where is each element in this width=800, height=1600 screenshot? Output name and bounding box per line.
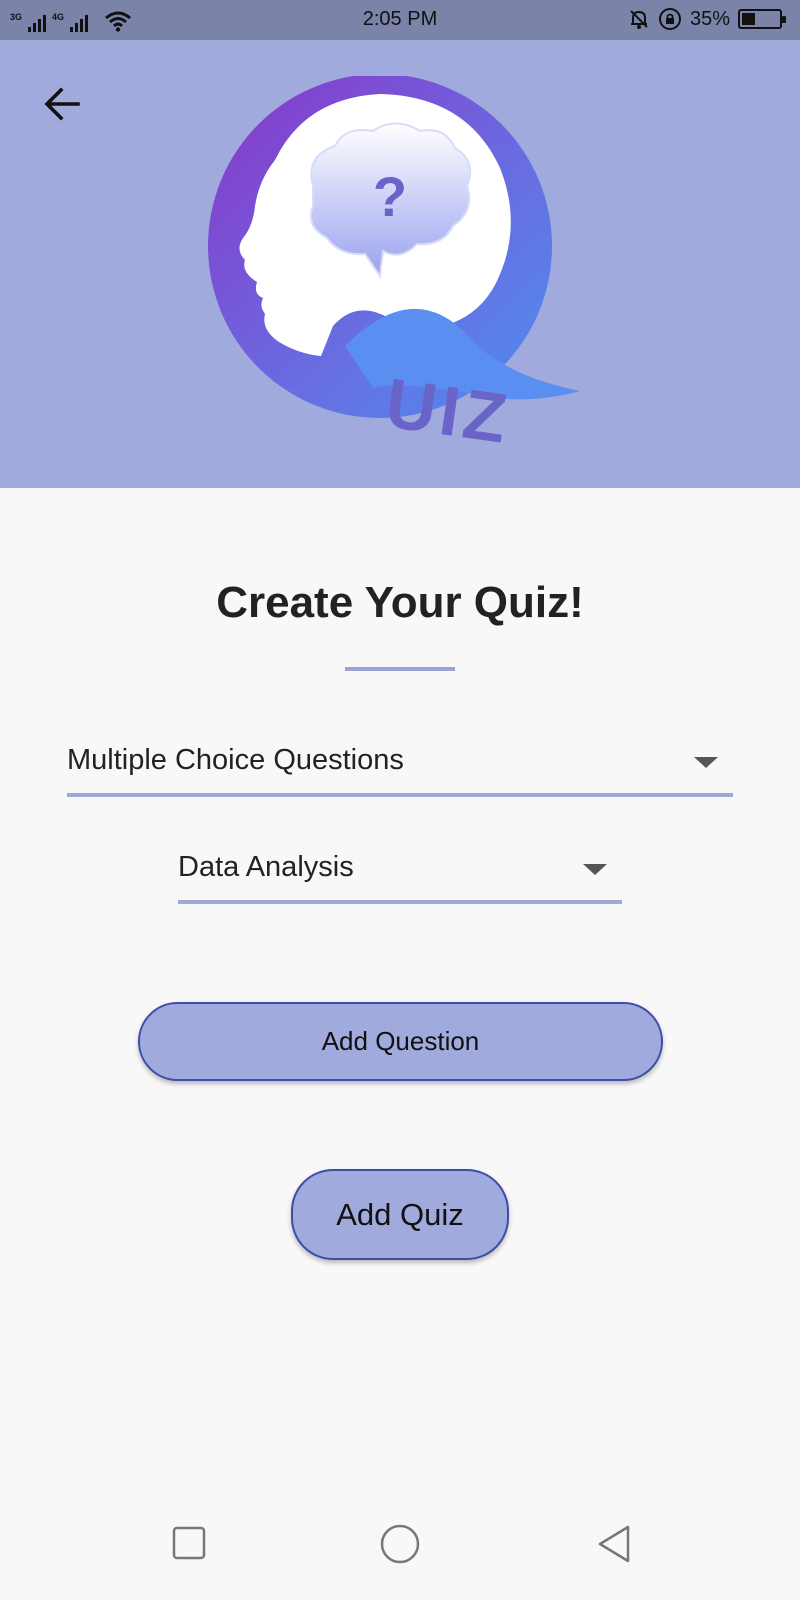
quiz-logo: ? UIZ [208,76,580,459]
rotation-lock-icon [658,8,681,30]
battery-icon [738,9,786,29]
question-type-dropdown[interactable]: Multiple Choice Questions [67,735,733,797]
chevron-down-icon [694,757,718,768]
logo-wordmark: UIZ [381,364,515,459]
back-button[interactable] [38,80,86,128]
logo-question-mark: ? [373,165,407,228]
question-type-value: Multiple Choice Questions [67,744,404,776]
chevron-down-icon [583,864,607,875]
category-dropdown[interactable]: Data Analysis [178,842,622,904]
status-icons-right: 35% [628,7,786,31]
page-title: Create Your Quiz! [216,578,584,627]
add-question-button[interactable]: Add Question [138,1002,663,1081]
title-divider [345,667,455,671]
mute-icon [630,10,648,29]
back-arrow-icon [44,87,80,121]
system-nav-bar [0,1490,800,1600]
status-bar: 3G 4G 2:05 PM 35% [0,0,800,40]
battery-percent: 35% [689,7,730,30]
battery-fill [742,13,755,25]
header-banner: ? UIZ [0,40,800,488]
category-value: Data Analysis [178,851,354,883]
recent-apps-icon[interactable] [172,1526,206,1560]
back-icon[interactable] [596,1524,632,1564]
add-quiz-button[interactable]: Add Quiz [291,1169,509,1260]
home-icon[interactable] [380,1524,420,1564]
